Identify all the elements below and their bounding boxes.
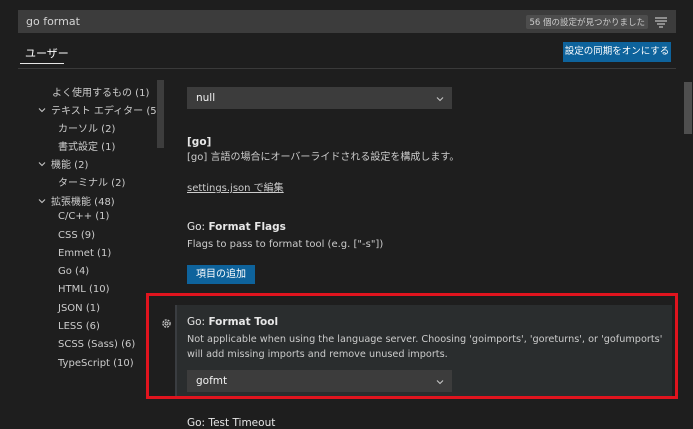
toc-item-label: JSON (1) <box>58 303 100 314</box>
toc-item-cursor[interactable]: カーソル (2) <box>58 120 115 135</box>
toc-item-label: 書式設定 (1) <box>58 142 116 153</box>
toc-item-features[interactable]: 機能 (2) <box>37 156 88 171</box>
toc-item-label: よく使用するもの (1) <box>52 88 150 99</box>
toc-item-terminal[interactable]: ターミナル (2) <box>58 174 125 189</box>
toc-item-commonly-used[interactable]: よく使用するもの (1) <box>52 84 149 99</box>
chevron-down-icon <box>38 107 46 112</box>
toc-item-formatting[interactable]: 書式設定 (1) <box>58 138 115 153</box>
toc-item-label: テキスト エディター (5) <box>51 106 161 117</box>
toc-item-json[interactable]: JSON (1) <box>58 303 100 314</box>
toc-item-html[interactable]: HTML (10) <box>58 284 110 295</box>
toc-item-cpp[interactable]: C/C++ (1) <box>58 211 109 222</box>
chevron-down-icon <box>38 161 46 166</box>
toc-item-css[interactable]: CSS (9) <box>58 230 95 241</box>
toc-item-label: TypeScript (10) <box>58 358 134 369</box>
toc-item-go[interactable]: Go (4) <box>58 266 89 277</box>
toc-item-label: カーソル (2) <box>58 124 116 135</box>
editor-scrollbar-thumb[interactable] <box>684 82 692 134</box>
toc-item-label: SCSS (Sass) (6) <box>58 339 136 350</box>
toc-item-emmet[interactable]: Emmet (1) <box>58 248 111 259</box>
settings-toc: よく使用するもの (1) テキスト エディター (5) カーソル (2) 書式設… <box>0 0 165 423</box>
toc-item-label: 機能 (2) <box>51 160 89 171</box>
toc-item-text-editor[interactable]: テキスト エディター (5) <box>37 102 161 117</box>
edit-in-settings-json-link[interactable]: settings.json で編集 <box>187 179 284 194</box>
toc-item-label: ターミナル (2) <box>58 178 126 189</box>
toc-item-extensions[interactable]: 拡張機能 (48) <box>37 193 115 208</box>
setting-description-go: [go] 言語の場合にオーバーライドされる設定を構成します。 <box>187 152 460 163</box>
toc-item-label: C/C++ (1) <box>58 211 110 222</box>
toc-item-label: CSS (9) <box>58 230 96 241</box>
setting-title-text: Format Flags <box>208 221 286 233</box>
toc-item-scss[interactable]: SCSS (Sass) (6) <box>58 339 135 350</box>
dropdown-value: null <box>196 92 216 104</box>
toc-item-label: Go (4) <box>58 266 90 277</box>
highlight-box <box>146 293 678 399</box>
toc-item-label: 拡張機能 (48) <box>51 197 115 208</box>
toc-item-label: LESS (6) <box>58 321 100 332</box>
setting-title-go: [go] <box>187 136 211 148</box>
add-item-button[interactable]: 項目の追加 <box>187 265 255 284</box>
turn-on-settings-sync-button[interactable]: 設定の同期をオンにする <box>563 42 671 62</box>
chevron-down-icon <box>436 97 444 102</box>
setting-description-format-flags: Flags to pass to format tool (e.g. ["-s"… <box>187 239 384 250</box>
setting-title-prefix: Go: <box>187 221 209 233</box>
toc-item-typescript[interactable]: TypeScript (10) <box>58 358 134 369</box>
setting-title-text: [go] <box>187 136 212 148</box>
chevron-down-icon <box>38 198 46 203</box>
setting-title-format-flags: Go: Format Flags <box>187 221 286 233</box>
toc-scrollbar-thumb[interactable] <box>157 80 164 148</box>
toc-item-less[interactable]: LESS (6) <box>58 321 100 332</box>
filter-icon[interactable] <box>654 16 668 28</box>
setting-title-test-timeout: Go: Test Timeout <box>187 417 276 429</box>
search-result-count-badge: 56 個の設定が見つかりました <box>526 15 648 29</box>
toc-item-label: Emmet (1) <box>58 248 112 259</box>
toc-item-label: HTML (10) <box>58 284 110 295</box>
setting-dropdown-null[interactable]: null <box>187 87 452 109</box>
